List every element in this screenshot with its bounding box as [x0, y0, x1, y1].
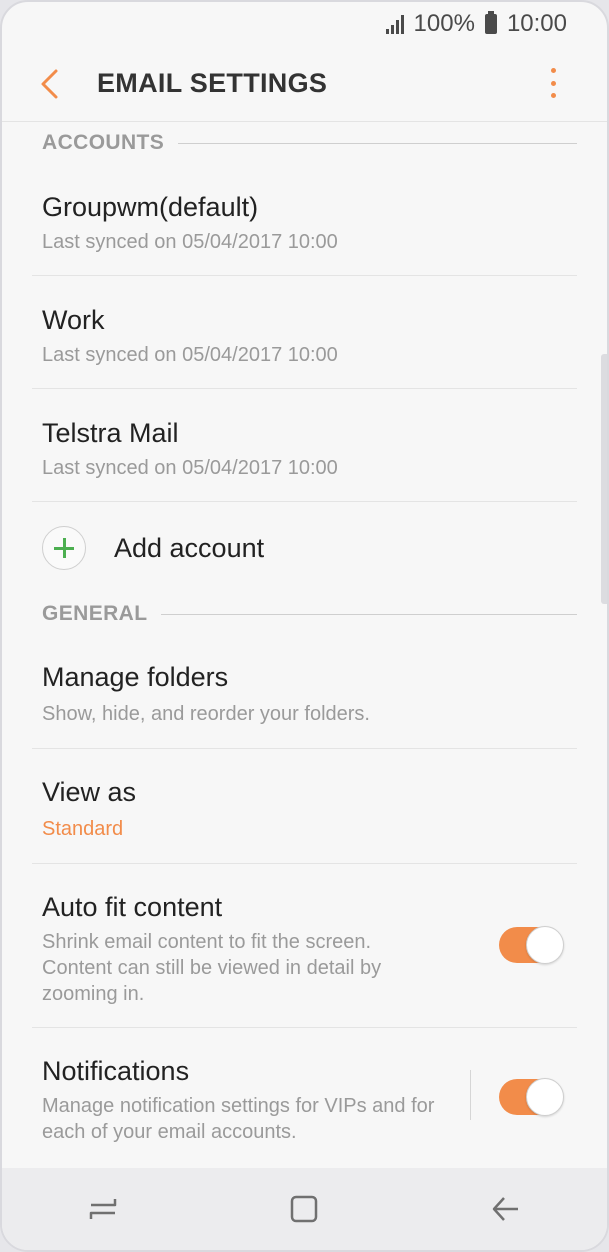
- settings-list: ACCOUNTS Groupwm(default) Last synced on…: [2, 123, 607, 1158]
- battery-percent: 100%: [413, 10, 475, 37]
- home-icon[interactable]: [284, 1189, 324, 1229]
- account-row-work[interactable]: Work Last synced on 05/04/2017 10:00: [32, 276, 577, 389]
- clock: 10:00: [506, 10, 567, 37]
- app-bar: EMAIL SETTINGS: [2, 46, 607, 122]
- auto-fit-content-item[interactable]: Auto fit content Shrink email content to…: [32, 864, 577, 1028]
- manage-folders-subtitle: Show, hide, and reorder your folders.: [42, 703, 370, 725]
- view-as-item[interactable]: View as Standard: [32, 749, 577, 864]
- vertical-divider: [470, 1070, 471, 1120]
- section-label: ACCOUNTS: [42, 131, 165, 154]
- add-icon: [42, 526, 86, 570]
- status-bar: 100% 10:00: [2, 2, 607, 46]
- section-label: GENERAL: [42, 602, 148, 625]
- account-name: Work: [42, 305, 105, 335]
- back-arrow-icon[interactable]: [38, 68, 64, 100]
- section-divider: [161, 613, 577, 615]
- account-sync-status: Last synced on 05/04/2017 10:00: [42, 457, 338, 479]
- account-row-groupwm[interactable]: Groupwm(default) Last synced on 05/04/20…: [32, 163, 577, 276]
- edge-panel-handle[interactable]: [601, 354, 607, 604]
- phone-screen: 100% 10:00 EMAIL SETTINGS ACCOUNTS Group…: [0, 0, 609, 1252]
- auto-fit-title: Auto fit content: [42, 892, 223, 922]
- manage-folders-title: Manage folders: [42, 662, 229, 692]
- back-icon[interactable]: [486, 1189, 526, 1229]
- section-header-accounts: ACCOUNTS: [2, 123, 607, 163]
- battery-icon: [484, 11, 497, 34]
- add-account-button[interactable]: Add account: [32, 502, 577, 594]
- view-as-title: View as: [42, 777, 137, 807]
- page-title: EMAIL SETTINGS: [97, 68, 328, 98]
- add-account-label: Add account: [114, 532, 265, 563]
- notifications-item[interactable]: Notifications Manage notification settin…: [32, 1028, 577, 1158]
- signal-icon: [385, 14, 404, 34]
- account-sync-status: Last synced on 05/04/2017 10:00: [42, 344, 338, 366]
- auto-fit-toggle[interactable]: [499, 926, 564, 964]
- recent-apps-icon[interactable]: [83, 1189, 123, 1229]
- account-name: Telstra Mail: [42, 418, 179, 448]
- section-divider: [178, 142, 577, 144]
- account-name: Groupwm(default): [42, 192, 259, 222]
- view-as-value: Standard: [42, 818, 124, 840]
- notifications-subtitle: Manage notification settings for VIPs an…: [42, 1095, 435, 1143]
- notifications-toggle[interactable]: [499, 1078, 564, 1116]
- account-row-telstra-mail[interactable]: Telstra Mail Last synced on 05/04/2017 1…: [32, 389, 577, 502]
- section-header-general: GENERAL: [2, 594, 607, 634]
- more-options-icon[interactable]: [547, 68, 559, 98]
- notifications-title: Notifications: [42, 1056, 190, 1086]
- auto-fit-subtitle: Shrink email content to fit the screen. …: [42, 931, 382, 1005]
- navigation-bar: [2, 1168, 607, 1250]
- account-sync-status: Last synced on 05/04/2017 10:00: [42, 231, 338, 253]
- manage-folders-item[interactable]: Manage folders Show, hide, and reorder y…: [32, 634, 577, 749]
